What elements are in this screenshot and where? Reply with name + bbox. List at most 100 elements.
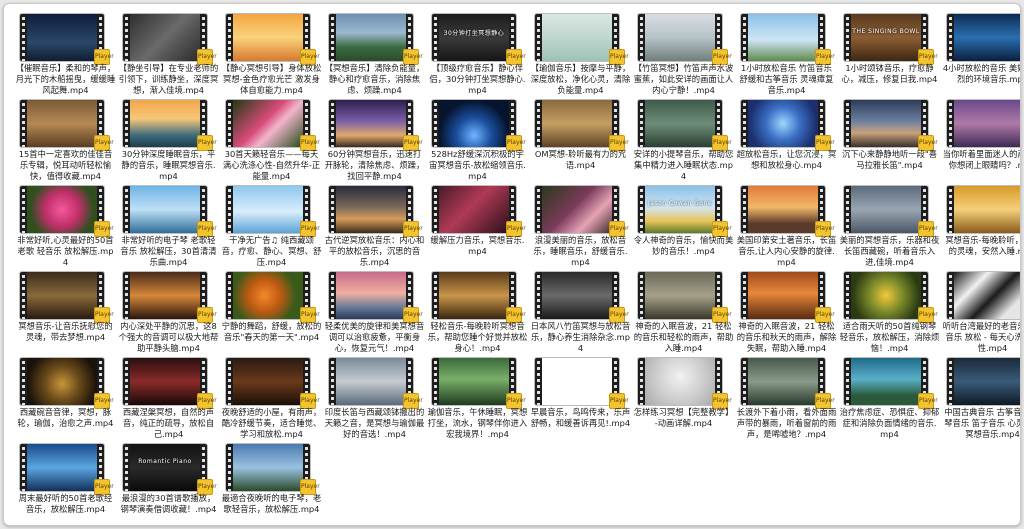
video-file-item[interactable]: Player 浪漫美丽的音乐，放松音乐，睡眠音乐，舒缓音乐.mp4	[529, 184, 632, 270]
film-strip	[20, 272, 27, 319]
file-name: 治疗焦虑症、恐惧症、抑郁症和消除负面情绪的音乐.mp4	[839, 407, 940, 439]
thumbnail-image	[336, 186, 406, 233]
video-thumbnail	[741, 186, 825, 233]
thumbnail-image	[954, 186, 1020, 233]
video-file-item[interactable]: Player 印度长笛与西藏颂钵撒出的天籁之音，是冥想与瑜伽最好的音选！.mp4	[323, 356, 426, 442]
video-file-item[interactable]: Player 干净无广告♫ 纯西藏颂音，疗愈、静心、冥想、舒压.mp4	[220, 184, 323, 270]
file-name: 冥想音乐-让音乐抚慰您的灵魂，带去梦想.mp4	[18, 321, 113, 342]
video-thumbnail	[432, 358, 516, 405]
file-name: 冥想音乐-每晚聆听，纯净的灵魂，安然入睡.mp4	[945, 235, 1020, 256]
film-strip	[432, 186, 439, 233]
thumbnail-image	[645, 100, 715, 147]
video-file-item[interactable]: Player 【竹笛冥想】竹笛声声水波蜜蕉，如此安详的画面让人内心宁静！.mp4	[632, 12, 735, 98]
video-file-item[interactable]: Player 适合雨天听的50首纯钢琴轻音乐，放松解压，消除烦恼！.mp4	[838, 270, 941, 356]
video-file-item[interactable]: Player 60分钟冥想音乐，迅速打开脉轮，清除焦虑、烦躁，找回平静.mp4	[323, 98, 426, 184]
video-file-item[interactable]: Player 沉下心来静静地听一段"喜马拉雅长笛".mp4	[838, 98, 941, 184]
video-file-item[interactable]: Player 内心深处平静的沉思，这8个强大的音调可以极大地帮助平静头脑.mp4	[117, 270, 220, 356]
video-file-item[interactable]: Player 怎样练习冥想【完整教学】-动画详解.mp4	[632, 356, 735, 442]
video-thumbnail	[535, 100, 619, 147]
video-file-item[interactable]: Player 轻柔优美的旋律和美冥想音调可以治愈疲惫，平衡身心，恢复元气！.mp4	[323, 270, 426, 356]
file-name: 30首天籁轻音乐——每天满心洗涤心性-自然升华-正能量.mp4	[222, 149, 321, 181]
video-file-item[interactable]: Player 神奇的入眠音波，21 轻松的音乐和轻松的雨声，帮助入睡.mp4	[632, 270, 735, 356]
video-file-item[interactable]: Player 治疗焦虑症、恐惧症、抑郁症和消除负面情绪的音乐.mp4	[838, 356, 941, 442]
film-strip	[844, 358, 851, 405]
file-name: 长渡外下着小雨，看外面雨声带的暴雨，听着窗前的雨声，是唏嘘地？.mp4	[736, 407, 837, 439]
video-file-item[interactable]: Player 长渡外下着小雨，看外面雨声带的暴雨，听着窗前的雨声，是唏嘘地？.mp…	[735, 356, 838, 442]
film-strip	[20, 186, 27, 233]
thumbnail-image	[336, 14, 406, 61]
video-file-item[interactable]: Jason Cowan Gone Player 令人神奇的音乐，愉快而美妙的音乐！.…	[632, 184, 735, 270]
film-strip	[329, 358, 336, 405]
video-file-item[interactable]: Player 夜晚舒适的小屋，有雨声，酷冷舒缓节奏，适合睡觉、学习和放松.mp4	[220, 356, 323, 442]
video-file-item[interactable]: Player 神奇的入眠音波，21 轻松的音乐和秋天的雨声，解除失眠，帮助入睡.m…	[735, 270, 838, 356]
film-strip	[844, 14, 851, 61]
video-file-item[interactable]: Player 宁静的舞蹈，舒缓，放松的音乐"春天的第一天".mp4	[220, 270, 323, 356]
video-thumbnail	[123, 358, 207, 405]
video-file-item[interactable]: Player4小时放松的音乐 美妙而放烈的环境音乐.mp4	[941, 12, 1020, 98]
video-file-item[interactable]: Player 日本风八竹笛冥想与放松音乐，静心养生消除杂念.mp4	[529, 270, 632, 356]
video-file-item[interactable]: Player 【冥想音乐】清除负能量，静心和疗愈音乐，消除焦虑、烦躁.mp4	[323, 12, 426, 98]
thumbnail-text: 30分钟打坐冥想静心	[443, 30, 505, 37]
video-file-item[interactable]: Player 30首天籁轻音乐——每天满心洗涤心性-自然升华-正能量.mp4	[220, 98, 323, 184]
video-file-item[interactable]: Player 早晨音乐，鸟鸣传来，乐声舒畅，和缓善诉再见!.mp4	[529, 356, 632, 442]
video-file-item[interactable]: Player 安详的小提琴音乐，帮助您集中精力进入睡眠状态.mp4	[632, 98, 735, 184]
film-strip	[535, 358, 542, 405]
video-file-item[interactable]: Player 古代逆冥放松音乐：内心和平的放松音乐，沉思的音乐.mp4	[323, 184, 426, 270]
thumbnail-image	[130, 100, 200, 147]
video-file-item[interactable]: Player 1小时放松音乐 竹笛音乐 舒缓和古筝音乐 灵魂瘴复音乐.mp4	[735, 12, 838, 98]
video-file-item[interactable]: Player 轻松音乐-每晚聆听冥想音乐，帮助您睡个好觉并放松身心！.mp4	[426, 270, 529, 356]
video-file-item[interactable]: Player冥想音乐-每晚聆听，纯净的灵魂，安然入睡.mp4	[941, 184, 1020, 270]
file-name: 【瑜伽音乐】按摩与平静，深度放松，净化心灵，清除负能量.mp4	[530, 63, 631, 95]
film-strip	[123, 100, 130, 147]
file-name: 【竹笛冥想】竹笛声声水波蜜蕉，如此安详的画面让人内心宁静！.mp4	[633, 63, 734, 95]
video-file-item[interactable]: Player OM冥想-聆听最有力的咒语.mp4	[529, 98, 632, 184]
thumbnail-image: THE SINGING BOWL	[851, 14, 921, 61]
video-file-item[interactable]: Player 非常好听的电子琴 老歌轻音乐 放松解压，30首清清乐曲.mp4	[117, 184, 220, 270]
video-file-item[interactable]: Player 冥想音乐-让音乐抚慰您的灵魂，带去梦想.mp4	[14, 270, 117, 356]
thumbnail-image	[542, 100, 612, 147]
file-name: 非常好听的电子琴 老歌轻音乐 放松解压，30首清清乐曲.mp4	[120, 235, 217, 267]
video-file-item[interactable]: Player 【静坐引导】在专业老师的引领下，训练静坐，深度冥想，渐入佳境.mp4	[117, 12, 220, 98]
video-file-item[interactable]: Player 30分钟深度睡眠音乐，平静的音乐，睡眠冥想音乐.mp4	[117, 98, 220, 184]
video-file-item[interactable]: Player 西藏碗音音律，冥想，脉轮，瑜伽，治愈之声.mp4	[14, 356, 117, 442]
video-file-item[interactable]: Romantic Piano Player 最浪漫的30首谱歌播放，钢琴演奏借调收藏…	[117, 442, 220, 525]
film-strip	[329, 186, 336, 233]
film-strip	[20, 100, 27, 147]
file-name: 【静坐引导】在专业老师的引领下，训练静坐，深度冥想，渐入佳境.mp4	[118, 63, 219, 95]
video-thumbnail	[20, 358, 104, 405]
film-strip	[638, 186, 645, 233]
thumbnail-image	[336, 100, 406, 147]
film-strip	[226, 14, 233, 61]
video-file-item[interactable]: Player 最適合夜晚听的电子琴，老歌轻音乐，放松解压.mp4	[220, 442, 323, 525]
file-name: 早晨音乐，鸟鸣传来，乐声舒畅，和缓善诉再见!.mp4	[530, 407, 631, 428]
video-file-item[interactable]: THE SINGING BOWL Player 1小时颂钵音乐，疗愈静心，减压，修复…	[838, 12, 941, 98]
file-name: 美丽的冥想音乐，乐器和夜长笛西藏碗，听着音乐入进,佳境.mp4	[839, 235, 940, 267]
video-file-item[interactable]: Player 超放松音乐，让您沉浸，冥想和放松身心.mp4	[735, 98, 838, 184]
video-thumbnail	[535, 272, 619, 319]
video-file-item[interactable]: Player 528Hz舒缓深沉积极的宇宙冥想音乐-放松缩领音乐.mp4	[426, 98, 529, 184]
video-file-item[interactable]: 30分钟打坐冥想静心 Player 【顶级疗愈音乐】静心伴侣，30分钟打坐冥想静心.…	[426, 12, 529, 98]
video-file-item[interactable]: Player 美丽的冥想音乐，乐器和夜长笛西藏碗，听着音乐入进,佳境.mp4	[838, 184, 941, 270]
video-file-item[interactable]: Player 周末最好听的50首老歌经音乐，放松解压.mp4	[14, 442, 117, 525]
film-strip	[741, 14, 748, 61]
film-strip	[226, 272, 233, 319]
video-thumbnail	[947, 358, 1020, 405]
video-file-item[interactable]: Player 非常好听,心灵最好的50首老歌 轻音乐 放松解压.mp4	[14, 184, 117, 270]
video-file-item[interactable]: Player 【催眠音乐】柔和的琴声，月光下的木船摇曳，缓缓睡风起舞.mp4	[14, 12, 117, 98]
video-file-item[interactable]: Player 【瑜伽音乐】按摩与平静，深度放松，净化心灵，清除负能量.mp4	[529, 12, 632, 98]
video-file-item[interactable]: Player 15首中一定喜欢的佳佳音乐专辑，悦耳动听轻松愉快，值得收藏.mp4	[14, 98, 117, 184]
video-file-item[interactable]: Player 【静心冥想引导】身体放松冥想-金色疗愈光芒 激发身体自愈能力.mp4	[220, 12, 323, 98]
film-strip	[844, 186, 851, 233]
video-file-item[interactable]: Player听听台湾最好的老音乐，轻音乐 放松 - 每天心洗涤心性.mp4	[941, 270, 1020, 356]
video-file-item[interactable]: Player当你听着里面迷人的声音，你想闭上眼睛吗？.mp4	[941, 98, 1020, 184]
video-thumbnail	[226, 186, 310, 233]
video-file-item[interactable]: Player 缓解压力音乐，冥想音乐.mp4	[426, 184, 529, 270]
thumbnail-text: THE SINGING BOWL	[852, 28, 920, 35]
video-file-item[interactable]: Player 瑜伽音乐，午休睡眠，冥想打坐，流水，钢琴伴你进入宏我境界！.mp4	[426, 356, 529, 442]
thumbnail-image	[27, 100, 97, 147]
video-file-item[interactable]: Player 美国印第安土著音乐，长笛音乐,让人内心安静的旋律.mp4	[735, 184, 838, 270]
film-strip	[432, 358, 439, 405]
video-file-item[interactable]: Player中国古典音乐 古筝音乐 古琴音乐 笛子音乐 心灵音乐 冥想音乐.mp…	[941, 356, 1020, 442]
film-strip	[20, 444, 27, 491]
video-file-item[interactable]: Player 西藏涅槃冥想，自然的声音，纯正的疏导，放松自己.mp4	[117, 356, 220, 442]
